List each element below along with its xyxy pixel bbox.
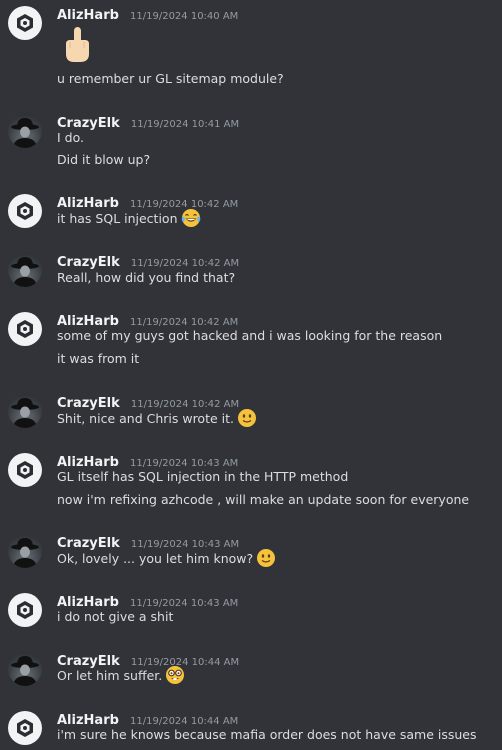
message-text: GL itself has SQL injection in the HTTP … bbox=[57, 469, 349, 484]
message-text: Shit, nice and Chris wrote it. bbox=[57, 411, 234, 426]
fedora-man-icon bbox=[11, 656, 39, 686]
server-logo-avatar[interactable] bbox=[8, 312, 42, 346]
fedora-man-avatar[interactable] bbox=[8, 534, 42, 568]
message-text: it has SQL injection bbox=[57, 211, 178, 226]
message-timestamp: 11/19/2024 10:42 AM bbox=[130, 399, 240, 410]
server-logo-icon bbox=[17, 202, 33, 220]
message-text: Did it blow up? bbox=[57, 152, 151, 167]
message-text: u remember ur GL sitemap module? bbox=[57, 71, 284, 86]
message-timestamp: 11/19/2024 10:43 AM bbox=[130, 539, 240, 550]
server-logo-icon bbox=[17, 320, 33, 338]
server-logo-icon bbox=[17, 719, 33, 737]
message-text: i'm sure he knows because mafia order do… bbox=[57, 727, 477, 742]
message-timestamp: 11/19/2024 10:42 AM bbox=[130, 258, 240, 269]
message-header: AlizHarb 11/19/2024 10:40 AM bbox=[57, 4, 238, 27]
chat-message-list: AlizHarb 11/19/2024 10:40 AM u remember … bbox=[0, 0, 502, 750]
message-timestamp: 11/19/2024 10:40 AM bbox=[130, 11, 239, 22]
message-text: I do. bbox=[57, 130, 84, 145]
slightly-smiling-emoji bbox=[257, 549, 276, 567]
author-name[interactable]: CrazyElk bbox=[57, 536, 120, 551]
author-name[interactable]: AlizHarb bbox=[57, 8, 119, 23]
fedora-man-avatar[interactable] bbox=[8, 114, 42, 148]
slightly-smiling-emoji bbox=[238, 409, 256, 427]
fedora-man-avatar[interactable] bbox=[8, 253, 42, 287]
message-text: Or let him suffer. bbox=[57, 668, 163, 683]
server-logo-icon bbox=[17, 14, 33, 32]
server-logo-avatar[interactable] bbox=[8, 6, 42, 40]
server-logo-avatar[interactable] bbox=[8, 711, 42, 745]
fedora-man-icon bbox=[11, 118, 39, 148]
message-text: some of my guys got hacked and i was loo… bbox=[57, 328, 443, 343]
message-text-line: Shit, nice and Chris wrote it. bbox=[57, 409, 257, 428]
message-timestamp: 11/19/2024 10:41 AM bbox=[130, 119, 240, 130]
message-text: it was from it bbox=[57, 351, 140, 366]
author-name[interactable]: CrazyElk bbox=[57, 396, 120, 411]
tears-of-joy-emoji bbox=[181, 209, 200, 227]
message-text: i do not give a shit bbox=[57, 609, 174, 624]
fedora-man-icon bbox=[11, 257, 39, 287]
server-logo-icon bbox=[17, 461, 33, 479]
fedora-man-avatar[interactable] bbox=[8, 652, 42, 686]
server-logo-avatar[interactable] bbox=[8, 593, 42, 627]
fedora-man-icon bbox=[11, 538, 39, 568]
fedora-man-avatar[interactable] bbox=[8, 394, 42, 428]
middle-finger-emoji bbox=[66, 27, 89, 62]
server-logo-avatar[interactable] bbox=[8, 194, 42, 228]
message-text-line: it has SQL injection bbox=[57, 209, 201, 228]
message-text: now i'm refixing azhcode , will make an … bbox=[57, 492, 470, 507]
message-text: Reall, how did you find that? bbox=[57, 270, 236, 285]
fedora-man-icon bbox=[11, 398, 39, 428]
server-logo-avatar[interactable] bbox=[8, 453, 42, 487]
nerd-face-emoji bbox=[166, 666, 185, 684]
author-name[interactable]: AlizHarb bbox=[57, 196, 119, 211]
message-text-line: Or let him suffer. bbox=[57, 666, 185, 685]
message-text: Ok, lovely ... you let him know? bbox=[57, 551, 254, 566]
author-name[interactable]: CrazyElk bbox=[57, 255, 120, 270]
server-logo-icon bbox=[17, 601, 33, 619]
message-text-line: Ok, lovely ... you let him know? bbox=[57, 549, 276, 568]
message-header: CrazyElk 11/19/2024 10:41 AM bbox=[57, 112, 239, 135]
